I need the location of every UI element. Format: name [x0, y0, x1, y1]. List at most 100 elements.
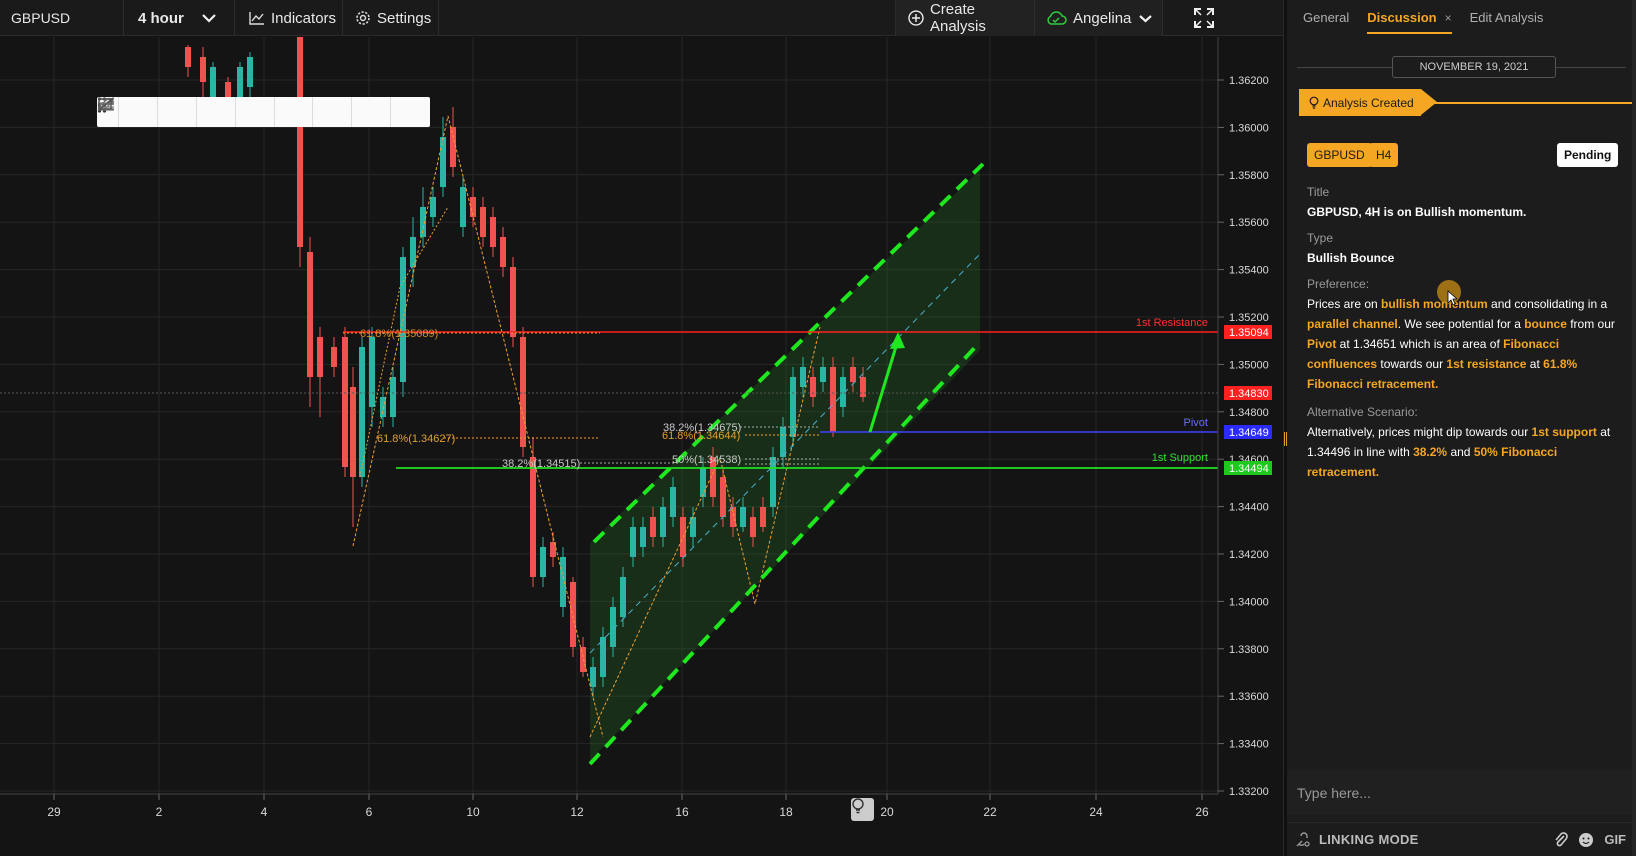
indicators-label: Indicators — [271, 9, 337, 27]
parallel-channel-fill — [590, 170, 980, 761]
message-input-area — [1287, 770, 1636, 815]
resistance-price-tag: 1.35094 — [1229, 327, 1269, 339]
symbol-label: GBPUSD — [11, 10, 71, 26]
tool-extended-line[interactable] — [97, 97, 314, 127]
drawing-toolbar — [97, 97, 430, 127]
linking-mode-toggle[interactable]: LINKING MODE — [1295, 831, 1419, 848]
fullscreen-button[interactable] — [1190, 0, 1224, 36]
price-tick-label: 1.35800 — [1229, 170, 1269, 182]
time-tick-label: 10 — [466, 805, 480, 819]
tool-fibonacci[interactable] — [98, 97, 353, 127]
gear-icon — [356, 11, 370, 25]
price-tick-label: 1.33800 — [1229, 644, 1269, 656]
status-badge: Pending — [1557, 143, 1619, 167]
chart-toolbar: GBPUSD 4 hour Indicators Settings Create… — [0, 0, 1283, 36]
fib-label: 61.8%(1.34644) — [662, 430, 740, 442]
tab-edit-analysis[interactable]: Edit Analysis — [1470, 10, 1544, 34]
price-tick-label: 1.35400 — [1229, 265, 1269, 277]
current-price-tag: 1.34830 — [1229, 388, 1269, 400]
price-tick-label: 1.35000 — [1229, 359, 1269, 371]
fullscreen-icon — [1194, 8, 1214, 28]
price-tick-label: 1.36000 — [1229, 122, 1269, 134]
time-tick-label: 24 — [1089, 805, 1103, 819]
tool-horizontal-line[interactable] — [98, 97, 197, 127]
time-tick-label: 29 — [47, 805, 61, 819]
preference-label: Preference: — [1307, 277, 1370, 291]
tab-general[interactable]: General — [1303, 10, 1349, 34]
tab-label: Discussion — [1367, 10, 1437, 25]
analysis-panel: General Discussion × Edit Analysis NOVEMB… — [1287, 0, 1636, 856]
price-chart[interactable]: 61.8%(1.35089) 61.8%(1.34627) 38.2%(1.34… — [0, 37, 1283, 856]
divider-line — [1297, 67, 1392, 68]
candlestick-chart[interactable]: 61.8%(1.35089) 61.8%(1.34627) 38.2%(1.34… — [0, 37, 1283, 856]
chevron-down-icon — [202, 14, 216, 23]
time-tick-label: 6 — [366, 805, 373, 819]
message-input[interactable] — [1287, 770, 1636, 815]
close-icon[interactable]: × — [1445, 11, 1452, 25]
link-icon — [1296, 831, 1310, 847]
tool-rectangle[interactable] — [98, 97, 430, 127]
fib-label: 61.8%(1.34627) — [377, 433, 455, 445]
price-tick-label: 1.34400 — [1229, 502, 1269, 514]
timeframe-badge: H4 — [1369, 143, 1399, 167]
lightbulb-icon — [1309, 96, 1319, 109]
timeframe-label: 4 hour — [138, 9, 184, 27]
user-menu[interactable]: Angelina — [1035, 0, 1163, 36]
tab-label: General — [1303, 10, 1350, 25]
symbol-selector[interactable]: GBPUSD — [0, 0, 124, 36]
idea-button[interactable] — [851, 798, 874, 821]
event-label: Analysis Created — [1323, 95, 1414, 110]
time-tick-label: 20 — [880, 805, 894, 819]
price-tick-label: 1.36200 — [1229, 75, 1269, 87]
support-price-tag: 1.34494 — [1229, 463, 1269, 475]
fib-label: 50%(1.34538) — [672, 454, 741, 466]
symbol-badge: GBPUSD — [1307, 143, 1372, 167]
price-tick-label: 1.35600 — [1229, 217, 1269, 229]
gif-button[interactable]: GIF — [1604, 832, 1626, 847]
type-value: Bullish Bounce — [1307, 251, 1395, 265]
chevron-down-icon — [1139, 14, 1153, 22]
date-separator: NOVEMBER 19, 2021 — [1392, 56, 1556, 78]
price-tick-label: 1.34200 — [1229, 549, 1269, 561]
time-tick-label: 22 — [983, 805, 997, 819]
candles — [185, 37, 866, 697]
time-tick-label: 26 — [1195, 805, 1209, 819]
timeframe-dropdown[interactable]: 4 hour — [124, 0, 235, 36]
fib-zigzag-1 — [352, 115, 604, 738]
cloud-check-icon — [1047, 11, 1067, 25]
alternative-text: Alternatively, prices might dip towards … — [1307, 425, 1611, 479]
time-axis: 29 2 4 6 10 12 16 18 20 22 24 26 — [47, 794, 1209, 819]
mouse-cursor-icon — [1447, 290, 1457, 306]
paperclip-icon[interactable] — [1554, 831, 1569, 848]
create-analysis-label: Create Analysis — [929, 1, 986, 35]
type-label: Type — [1307, 231, 1334, 245]
support-label: 1st Support — [1152, 452, 1208, 464]
lightbulb-icon — [852, 798, 864, 814]
preference-text: Prices are on bullish momentum and conso… — [1307, 297, 1615, 391]
alternative-label: Alternative Scenario: — [1307, 405, 1418, 419]
emoji-icon[interactable] — [1578, 832, 1594, 848]
tab-discussion[interactable]: Discussion × — [1367, 10, 1452, 34]
divider-line — [1556, 67, 1626, 68]
event-line — [1427, 102, 1636, 104]
price-tick-label: 1.33600 — [1229, 691, 1269, 703]
price-tick-label: 1.34000 — [1229, 596, 1269, 608]
price-tick-label: 1.33200 — [1229, 786, 1269, 798]
price-tick-label: 1.35200 — [1229, 312, 1269, 324]
plus-circle-icon — [908, 10, 924, 26]
panel-scrollbar[interactable] — [1632, 0, 1636, 856]
rectangle-icon — [98, 98, 112, 110]
resistance-label: 1st Resistance — [1136, 317, 1208, 329]
tool-channel[interactable] — [97, 97, 392, 127]
fib-label: 61.8%(1.35089) — [360, 328, 438, 340]
tool-ray[interactable] — [98, 97, 275, 127]
time-tick-label: 18 — [779, 805, 793, 819]
settings-button[interactable]: Settings — [343, 0, 439, 36]
tool-lines[interactable] — [98, 97, 158, 127]
line-chart-icon — [249, 12, 264, 25]
create-analysis-button[interactable]: Create Analysis — [895, 0, 1035, 36]
analysis-content: Title GBPUSD, 4H is on Bullish momentum.… — [1307, 182, 1623, 490]
time-tick-label: 16 — [675, 805, 689, 819]
tool-trend-line[interactable] — [98, 97, 236, 127]
indicators-button[interactable]: Indicators — [235, 0, 343, 36]
